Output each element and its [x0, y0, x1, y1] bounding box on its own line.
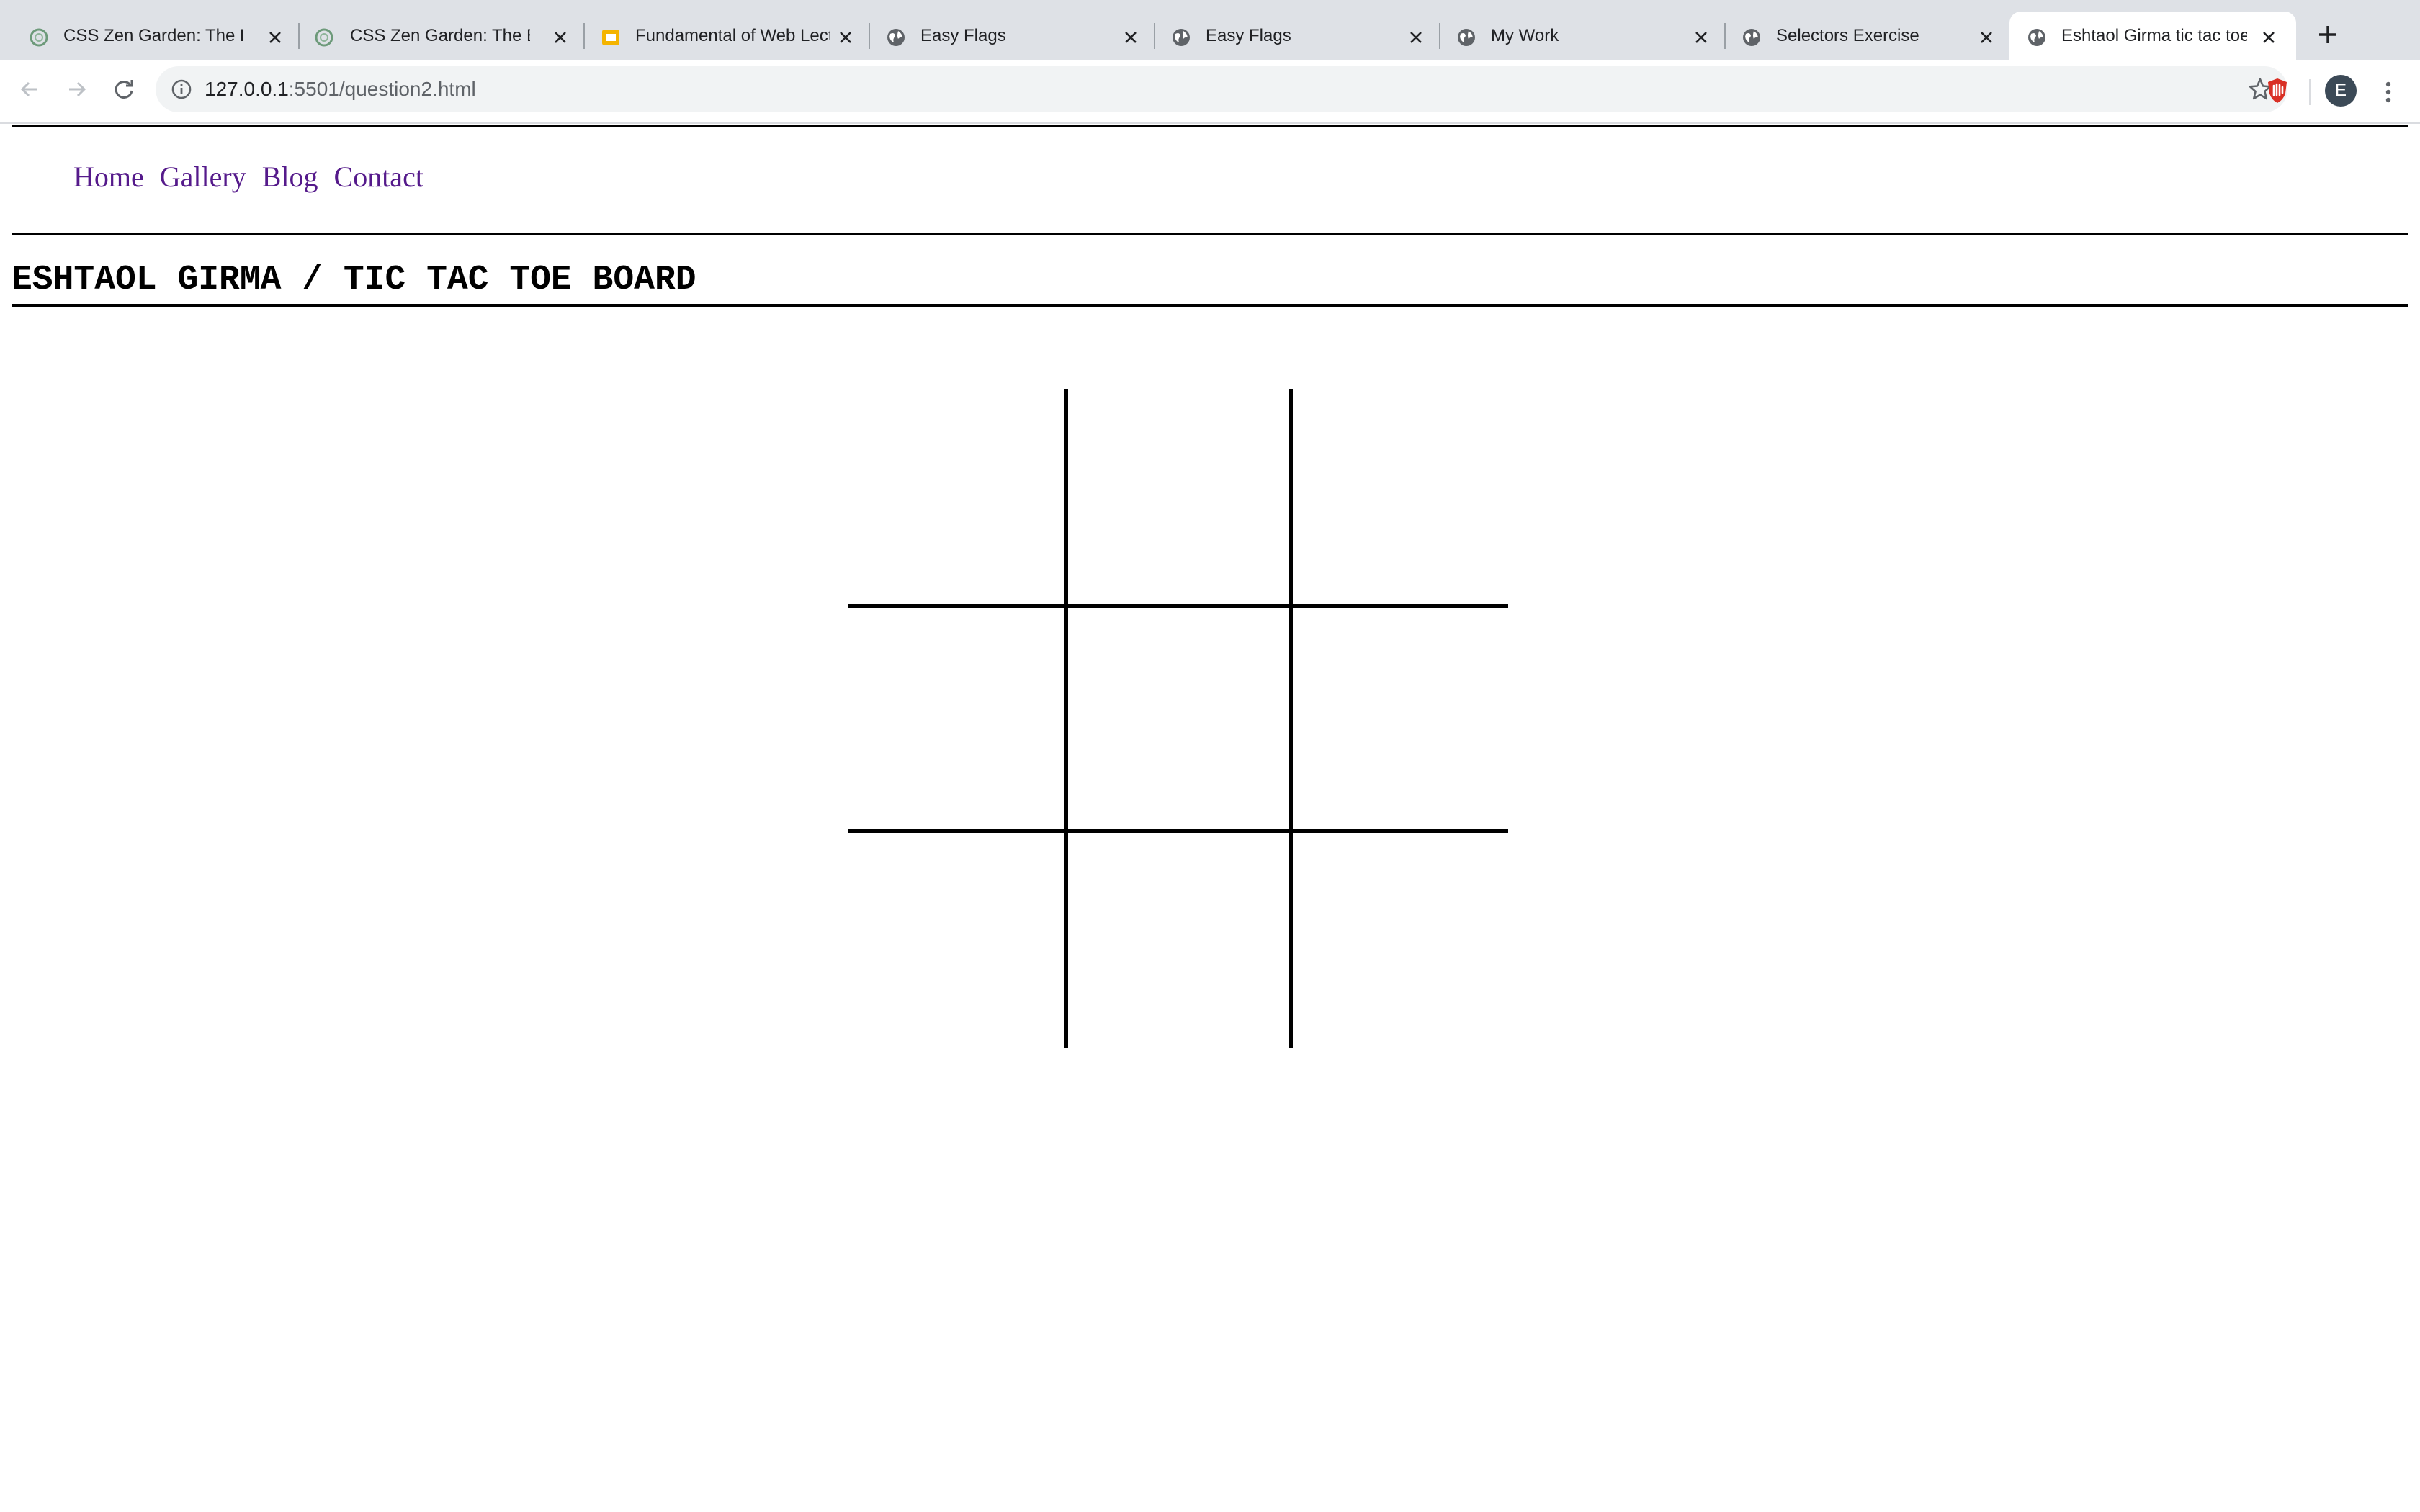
close-icon[interactable]	[265, 27, 285, 48]
tab-title: Fundamental of Web Lecture	[635, 26, 830, 45]
nav-link-gallery[interactable]: Gallery	[160, 161, 246, 193]
board-cell[interactable]	[1289, 608, 1508, 829]
close-icon[interactable]	[1121, 27, 1141, 48]
board-cell[interactable]	[848, 829, 1068, 1048]
tic-tac-toe-board	[848, 389, 1508, 1048]
close-icon[interactable]	[2259, 27, 2279, 48]
tab-separator	[583, 23, 585, 49]
tab-title: CSS Zen Garden: The Beauty of CSS Design	[350, 26, 530, 45]
tab-title: My Work	[1491, 26, 1559, 45]
url-path: :5501/question2.html	[288, 78, 476, 100]
nav-link-home[interactable]: Home	[73, 161, 144, 193]
tab-selectors-exercise[interactable]: Selectors Exercise	[1742, 12, 2001, 60]
url-host: 127.0.0.1	[205, 78, 289, 100]
tab-separator	[869, 23, 870, 49]
nav-item: Blog	[262, 159, 318, 195]
info-icon[interactable]	[170, 78, 193, 101]
tab-title: Easy Flags	[920, 26, 1006, 45]
globe-icon	[2028, 29, 2045, 46]
profile-avatar[interactable]: E	[2325, 75, 2357, 107]
tab-easy-flags-1[interactable]: Easy Flags	[886, 12, 1145, 60]
close-icon[interactable]	[1691, 27, 1711, 48]
globe-icon	[887, 29, 905, 46]
board-cell[interactable]	[1289, 829, 1508, 1048]
nav-link-contact[interactable]: Contact	[334, 161, 424, 193]
address-bar[interactable]: 127.0.0.1:5501/question2.html	[156, 66, 2287, 112]
browser-window: CSS Zen Garden: The Beauty of CSS Design…	[0, 0, 2420, 1512]
tab-separator	[1724, 23, 1726, 49]
browser-toolbar: 127.0.0.1:5501/question2.html E	[0, 60, 2420, 124]
new-tab-plus-icon[interactable]	[2313, 20, 2342, 49]
board-cell[interactable]	[1289, 389, 1508, 608]
globe-icon	[1458, 29, 1475, 46]
tab-fundamental-of-web[interactable]: Fundamental of Web Lecture	[601, 12, 860, 60]
tab-easy-flags-2[interactable]: Easy Flags	[1171, 12, 1430, 60]
globe-icon	[1173, 29, 1190, 46]
board-cell[interactable]	[1068, 829, 1289, 1048]
close-icon[interactable]	[835, 27, 856, 48]
tab-separator	[298, 23, 300, 49]
toolbar-divider	[2309, 79, 2311, 105]
board-cell[interactable]	[1068, 608, 1289, 829]
page-heading: Eshtaol Girma / Tic Tac Toe Board	[12, 261, 2408, 307]
forward-arrow-icon[interactable]	[60, 73, 92, 105]
tab-eshtaol-girma-tic-tac-toe[interactable]: Eshtaol Girma tic tac toe board	[2009, 12, 2296, 60]
tab-css-zen-garden-2[interactable]: CSS Zen Garden: The Beauty of CSS Design	[314, 12, 573, 60]
zen-garden-icon	[315, 28, 333, 47]
back-arrow-icon[interactable]	[14, 73, 46, 105]
tab-title: Selectors Exercise	[1776, 26, 1919, 45]
board-cell[interactable]	[848, 389, 1068, 608]
close-icon[interactable]	[1976, 27, 1996, 48]
extension-shield-icon[interactable]	[2262, 75, 2293, 107]
tab-title: Easy Flags	[1206, 26, 1291, 45]
nav-item: Contact	[334, 159, 424, 195]
board-cell[interactable]	[1068, 389, 1289, 608]
nav-list: Home Gallery Blog Contact	[73, 159, 439, 195]
page-content: Home Gallery Blog Contact Eshtaol Girma …	[0, 124, 2420, 1512]
slides-icon	[602, 30, 619, 45]
site-nav: Home Gallery Blog Contact	[12, 125, 2408, 235]
nav-item: Gallery	[160, 159, 246, 195]
reload-icon[interactable]	[108, 73, 140, 105]
tab-my-work[interactable]: My Work	[1456, 12, 1716, 60]
board-cell[interactable]	[848, 608, 1068, 829]
tab-title: Eshtaol Girma tic tac toe board	[2061, 26, 2247, 45]
zen-garden-icon	[30, 28, 48, 47]
url-text[interactable]: 127.0.0.1:5501/question2.html	[205, 66, 476, 112]
close-icon[interactable]	[550, 27, 570, 48]
nav-item: Home	[73, 159, 144, 195]
tab-css-zen-garden-1[interactable]: CSS Zen Garden: The Beauty of CSS Design	[29, 12, 288, 60]
tab-strip: CSS Zen Garden: The Beauty of CSS Design…	[0, 0, 2420, 60]
more-menu-icon[interactable]	[2372, 76, 2404, 108]
nav-link-blog[interactable]: Blog	[262, 161, 318, 193]
tab-separator	[1439, 23, 1440, 49]
tab-title: CSS Zen Garden: The Beauty of CSS Design	[63, 26, 243, 45]
tab-separator	[1154, 23, 1155, 49]
globe-icon	[1743, 29, 1760, 46]
close-icon[interactable]	[1406, 27, 1426, 48]
